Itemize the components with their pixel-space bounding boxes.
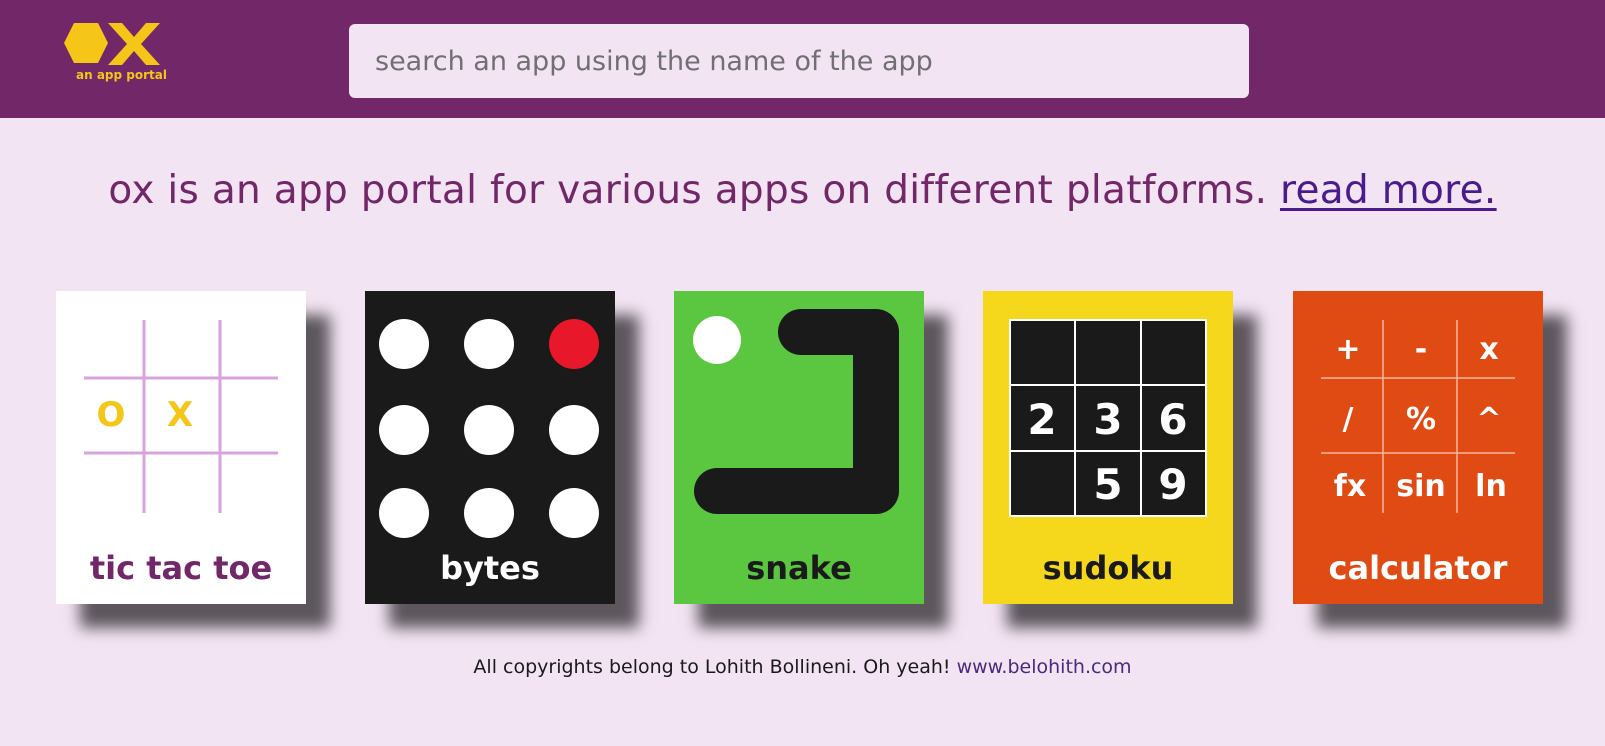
calc-key: + (1335, 332, 1360, 367)
sudoku-cell: 6 (1158, 395, 1187, 444)
calc-key: - (1415, 332, 1427, 367)
sudoku-cell: 5 (1093, 460, 1122, 509)
calc-key: ln (1475, 469, 1507, 504)
ttt-cell: X (167, 395, 193, 435)
app-card-sudoku[interactable]: 2 3 6 5 9 sudoku (983, 291, 1233, 604)
website-link[interactable]: www.belohith.com (957, 656, 1132, 678)
top-bar: an app portal (0, 0, 1605, 118)
footer: All copyrights belong to Lohith Bollinen… (0, 656, 1605, 678)
app-label: tic tac toe (89, 549, 273, 587)
app-label: sudoku (1042, 549, 1174, 587)
ox-logo[interactable]: an app portal (62, 18, 172, 88)
calc-key: ^ (1476, 402, 1501, 437)
app-card-bytes[interactable]: bytes (365, 291, 615, 604)
search-input[interactable] (349, 24, 1249, 98)
app-label: calculator (1328, 549, 1508, 587)
read-more-link[interactable]: read more. (1280, 168, 1497, 213)
sudoku-cell: 9 (1158, 460, 1187, 509)
calc-key: fx (1334, 469, 1366, 504)
calc-key: sin (1396, 469, 1446, 504)
intro-text: ox is an app portal for various apps on … (0, 168, 1605, 213)
snake-icon (693, 309, 899, 514)
dot-grid-icon (379, 319, 599, 538)
tic-tac-toe-board-icon: O X (84, 320, 278, 513)
intro-sentence: ox is an app portal for various apps on … (108, 168, 1268, 213)
calc-key: / (1343, 402, 1354, 437)
sudoku-grid-icon: 2 3 6 5 9 (1009, 319, 1207, 517)
ttt-cell: O (97, 395, 126, 435)
calculator-keys-icon: + - x / % ^ fx sin ln (1321, 320, 1515, 513)
copyright-text: All copyrights belong to Lohith Bollinen… (473, 656, 951, 678)
app-card-snake[interactable]: snake (674, 291, 924, 604)
app-card-calculator[interactable]: + - x / % ^ fx sin ln calculator (1293, 291, 1543, 604)
sudoku-cell: 2 (1027, 395, 1056, 444)
app-label: bytes (440, 549, 540, 587)
sudoku-cell: 3 (1093, 395, 1122, 444)
logo-tagline: an app portal (76, 68, 167, 82)
app-label: snake (746, 549, 852, 587)
calc-key: x (1479, 332, 1498, 367)
calc-key: % (1406, 402, 1436, 437)
app-card-tic-tac-toe[interactable]: O X tic tac toe (56, 291, 306, 604)
